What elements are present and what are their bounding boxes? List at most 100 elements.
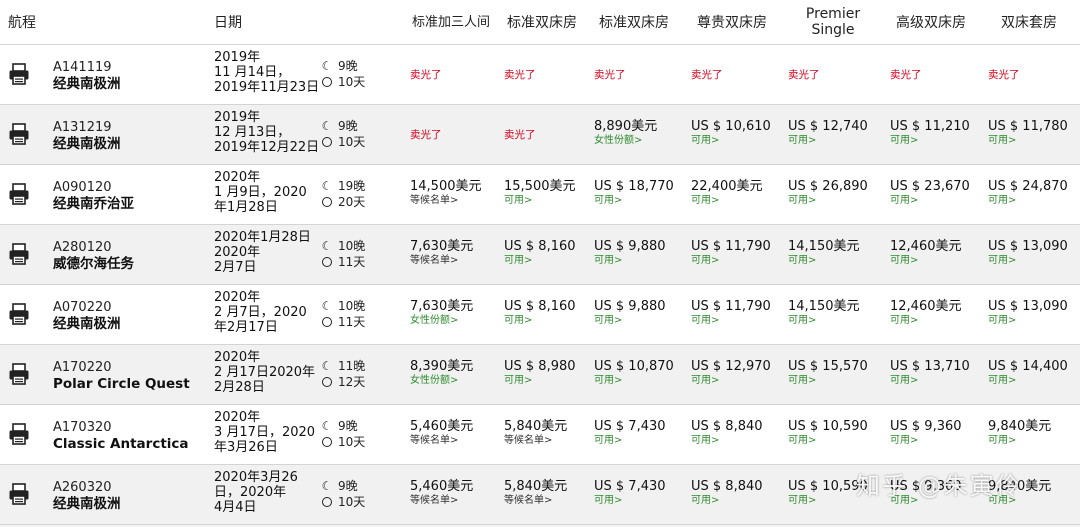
trip-name[interactable]: 经典南极洲 <box>53 316 121 332</box>
availability-link[interactable]: 等候名单> <box>410 194 482 207</box>
availability-link[interactable]: 可用> <box>988 434 1051 447</box>
availability-link[interactable]: 可用> <box>691 494 763 507</box>
watermark: 知乎 @朱寅伶 <box>856 472 1022 500</box>
sold-out-label: 卖光了 <box>504 69 536 81</box>
availability-link[interactable]: 可用> <box>890 194 970 207</box>
availability-link[interactable]: 等候名单> <box>410 494 473 507</box>
price-value: US $ 14,400 <box>988 359 1068 374</box>
sold-out-label: 卖光了 <box>504 129 536 141</box>
availability-link[interactable]: 等候名单> <box>410 434 473 447</box>
trip-code[interactable]: A131219 <box>53 120 112 135</box>
availability-link[interactable]: 可用> <box>890 374 970 387</box>
trip-code[interactable]: A090120 <box>53 180 112 195</box>
printer-icon[interactable] <box>8 303 30 325</box>
availability-link[interactable]: 可用> <box>988 254 1068 267</box>
availability-link[interactable]: 可用> <box>691 314 771 327</box>
availability-link[interactable]: 可用> <box>788 374 868 387</box>
trip-name[interactable]: 经典南极洲 <box>53 76 121 92</box>
availability-link[interactable]: 可用> <box>691 254 771 267</box>
availability-link[interactable]: 可用> <box>788 314 860 327</box>
availability-link[interactable]: 可用> <box>691 134 771 147</box>
availability-link[interactable]: 可用> <box>594 254 666 267</box>
trip-code[interactable]: A260320 <box>53 480 112 495</box>
availability-link[interactable]: 等候名单> <box>410 254 473 267</box>
printer-icon[interactable] <box>8 363 30 385</box>
printer-icon[interactable] <box>8 423 30 445</box>
availability-link[interactable]: 可用> <box>504 374 576 387</box>
price-value: US $ 15,570 <box>788 359 868 374</box>
trip-code[interactable]: A070220 <box>53 300 112 315</box>
printer-icon[interactable] <box>8 483 30 505</box>
printer-icon[interactable] <box>8 123 30 145</box>
availability-link[interactable]: 可用> <box>594 194 674 207</box>
availability-link[interactable]: 可用> <box>691 374 771 387</box>
nights: 10晚 <box>338 239 366 253</box>
sold-out-label: 卖光了 <box>691 69 723 81</box>
table-row: A280120 威德尔海任务 2020年1月28日 2020年 2月7日 ☾ 10晚 11天 7… <box>0 225 1080 285</box>
price-value: 5,460美元 <box>410 479 474 494</box>
availability-link[interactable]: 可用> <box>504 314 576 327</box>
price-cell: 7,630美元 等候名单> <box>410 239 473 267</box>
availability-link[interactable]: 可用> <box>594 434 666 447</box>
trip-code[interactable]: A170320 <box>53 420 112 435</box>
trip-code[interactable]: A280120 <box>53 240 112 255</box>
trip-name[interactable]: 威德尔海任务 <box>53 256 134 272</box>
price-value: US $ 11,790 <box>691 239 771 254</box>
price-value: US $ 13,090 <box>988 239 1068 254</box>
trip-code[interactable]: A170220 <box>53 360 112 375</box>
price-value: 22,400美元 <box>691 179 763 194</box>
date-line: 2 月17日2020年 <box>214 365 316 380</box>
pricing-table: 航程 日期 标准加三人间 标准双床房 标准双床房 尊贵双床房 Premier S… <box>0 0 1080 527</box>
price-cell: 8,390美元 女性份额> <box>410 359 473 387</box>
availability-link[interactable]: 女性份额> <box>594 134 657 147</box>
availability-link[interactable]: 可用> <box>988 374 1068 387</box>
header-col-4: 尊贵双床房 <box>697 15 767 31</box>
price-value: 12,460美元 <box>890 299 962 314</box>
availability-link[interactable]: 可用> <box>594 374 674 387</box>
trip-name[interactable]: Classic Antarctica <box>53 436 189 452</box>
availability-link[interactable]: 可用> <box>988 194 1068 207</box>
trip-name[interactable]: 经典南极洲 <box>53 496 121 512</box>
duration: ☾ 9晚 10天 <box>321 478 366 510</box>
price-cell: 12,460美元 可用> <box>890 239 962 267</box>
availability-link[interactable]: 可用> <box>890 254 962 267</box>
availability-link[interactable]: 可用> <box>594 314 666 327</box>
availability-link[interactable]: 可用> <box>504 194 576 207</box>
price-cell: US $ 12,970 可用> <box>691 359 771 387</box>
availability-link[interactable]: 可用> <box>890 134 970 147</box>
date-line: 4月4日 <box>214 500 257 515</box>
availability-link[interactable]: 等候名单> <box>504 434 567 447</box>
availability-link[interactable]: 等候名单> <box>504 494 567 507</box>
availability-link[interactable]: 可用> <box>788 134 868 147</box>
availability-link[interactable]: 可用> <box>691 194 763 207</box>
availability-link[interactable]: 可用> <box>988 314 1068 327</box>
printer-icon[interactable] <box>8 63 30 85</box>
availability-link[interactable]: 可用> <box>691 434 763 447</box>
availability-link[interactable]: 可用> <box>890 434 962 447</box>
availability-link[interactable]: 女性份额> <box>410 314 473 327</box>
days: 11天 <box>338 315 366 329</box>
printer-icon[interactable] <box>8 243 30 265</box>
price-cell: US $ 18,770 可用> <box>594 179 674 207</box>
trip-name[interactable]: Polar Circle Quest <box>53 376 190 392</box>
printer-icon[interactable] <box>8 183 30 205</box>
trip-name[interactable]: 经典南乔治亚 <box>53 196 134 212</box>
price-value: US $ 8,980 <box>504 359 576 374</box>
days: 12天 <box>338 375 366 389</box>
availability-link[interactable]: 可用> <box>504 254 576 267</box>
circle-icon <box>322 317 332 327</box>
price-cell: US $ 8,160 可用> <box>504 239 576 267</box>
trip-name[interactable]: 经典南极洲 <box>53 136 121 152</box>
availability-link[interactable]: 可用> <box>788 434 868 447</box>
availability-link[interactable]: 女性份额> <box>410 374 473 387</box>
availability-link[interactable]: 可用> <box>594 494 666 507</box>
availability-link[interactable]: 可用> <box>788 254 860 267</box>
nights: 9晚 <box>338 479 358 493</box>
trip-code[interactable]: A141119 <box>53 60 112 75</box>
price-value: US $ 8,160 <box>504 239 576 254</box>
availability-link[interactable]: 可用> <box>988 134 1068 147</box>
availability-link[interactable]: 可用> <box>788 194 868 207</box>
date-line: 2月7日 <box>214 260 257 275</box>
availability-link[interactable]: 可用> <box>890 314 962 327</box>
price-value: US $ 18,770 <box>594 179 674 194</box>
